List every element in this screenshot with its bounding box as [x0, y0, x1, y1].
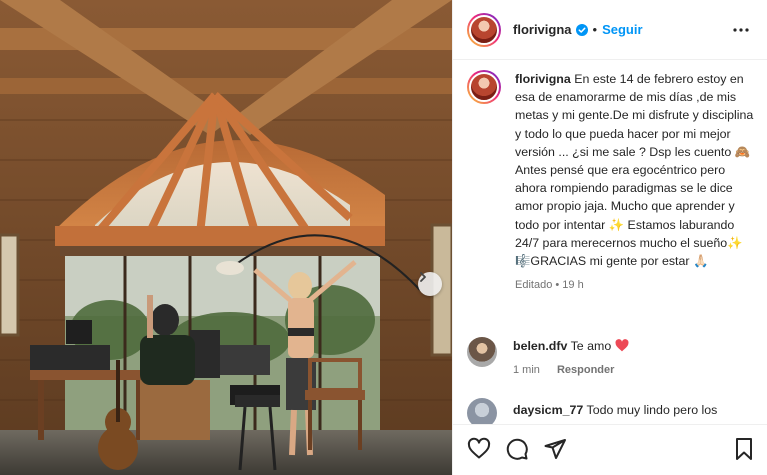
commenter-avatar[interactable] [467, 337, 497, 367]
post-action-bar [453, 424, 767, 475]
red-heart-icon [615, 339, 629, 352]
comment-username[interactable]: daysicm_77 [513, 403, 583, 417]
edited-label: Editado [515, 279, 553, 292]
comment-username[interactable]: belen.dfv [513, 339, 567, 353]
comment-text: Te amo [570, 339, 612, 353]
author-username[interactable]: florivigna [513, 22, 572, 37]
send-icon[interactable] [543, 437, 567, 466]
caption-username[interactable]: florivigna [515, 72, 571, 86]
author-avatar[interactable] [467, 12, 501, 47]
comment-icon[interactable] [505, 437, 529, 466]
caption-text: En este 14 de febrero estoy en esa de en… [515, 72, 754, 269]
follow-button[interactable]: Seguir [602, 22, 642, 37]
verified-badge-icon [575, 23, 588, 36]
post-caption: florivigna En este 14 de febrero estoy e… [467, 70, 757, 294]
post-side-panel: florivigna • Seguir florivigna En este 1… [452, 0, 767, 475]
reply-button[interactable]: Responder [557, 364, 614, 376]
comment-item: belen.dfv Te amo 1 min Responder [467, 337, 757, 379]
photo-illustration [0, 0, 452, 475]
chevron-right-icon [420, 272, 426, 282]
next-photo-button[interactable] [418, 272, 442, 296]
separator-dot: • [555, 279, 560, 292]
post-header: florivigna • Seguir [453, 0, 767, 60]
caption-author-avatar[interactable] [467, 70, 501, 104]
comment-text: Todo muy lindo pero los [586, 403, 718, 417]
separator-dot: • [592, 22, 598, 37]
bookmark-icon[interactable] [733, 437, 755, 466]
caption-time: 19 h [562, 279, 584, 292]
comment-time: 1 min [513, 364, 540, 376]
more-options-icon[interactable] [732, 21, 750, 44]
instagram-post: florivigna • Seguir florivigna En este 1… [0, 0, 767, 475]
post-photo[interactable] [0, 0, 452, 475]
heart-icon[interactable] [467, 437, 491, 466]
